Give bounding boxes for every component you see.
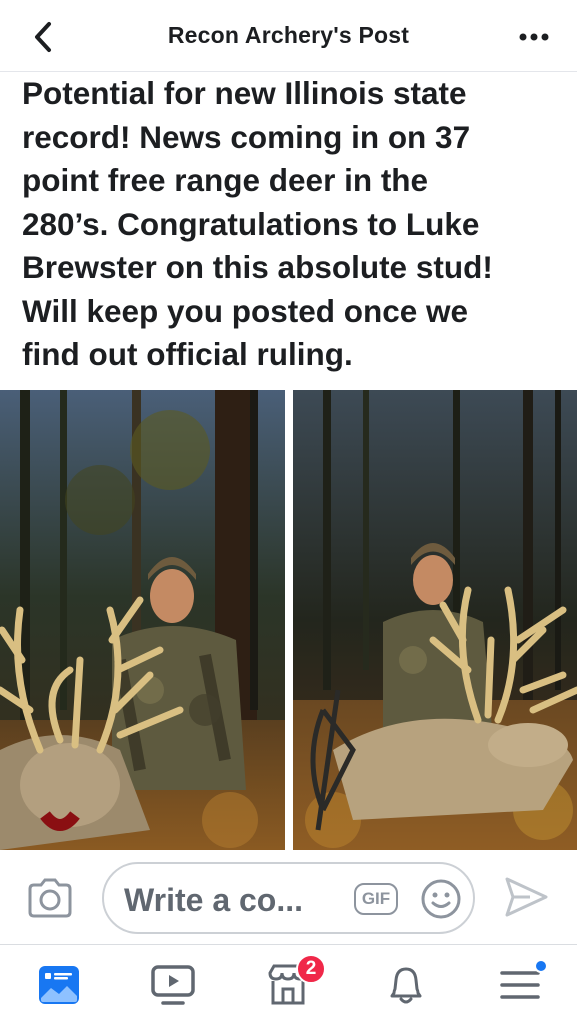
nav-news-feed[interactable] [31,957,87,1013]
comment-placeholder: Write a co... [124,882,304,918]
watch-icon [151,965,195,1005]
hunter-with-deer-photo[interactable] [0,390,285,850]
nav-notifications[interactable] [378,957,434,1013]
post-text-line: Potential for new Illinois state [22,75,467,111]
comment-input[interactable]: Write a co... GIF [102,862,475,934]
post-text-line: Brewster on this absolute stud! [22,249,493,285]
hunter-with-deer-and-bow-photo[interactable] [293,390,577,850]
news-feed-icon [39,966,79,1004]
post-photos [0,390,577,850]
post-text-line: 280’s. Congratulations to Luke [22,205,480,242]
post-text-line: point free range deer in the [22,162,429,198]
bell-icon [390,967,422,1004]
smiley-icon [421,879,461,919]
post-text-line: record! News coming in on 37 [22,118,471,155]
camera-icon [28,878,72,918]
send-button[interactable] [502,875,550,919]
camera-button[interactable] [26,877,74,919]
post-text: Potential for new Illinois state record!… [22,72,562,377]
post-text-line: find out official ruling. [22,336,353,372]
emoji-button[interactable] [420,878,462,920]
more-horizontal-icon [519,33,549,41]
marketplace-badge: 2 [296,954,326,984]
menu-notification-dot [534,959,548,973]
comment-bar: Write a co... GIF [0,850,577,945]
send-icon [505,877,548,917]
post-header: Recon Archery's Post [0,0,577,72]
page-title: Recon Archery's Post [167,22,410,48]
post-text-line: Will keep you posted once we [22,292,469,329]
more-options-button[interactable] [517,26,551,48]
gif-button[interactable]: GIF [354,883,398,915]
bottom-navigation [0,945,577,1024]
nav-watch[interactable] [145,957,201,1013]
